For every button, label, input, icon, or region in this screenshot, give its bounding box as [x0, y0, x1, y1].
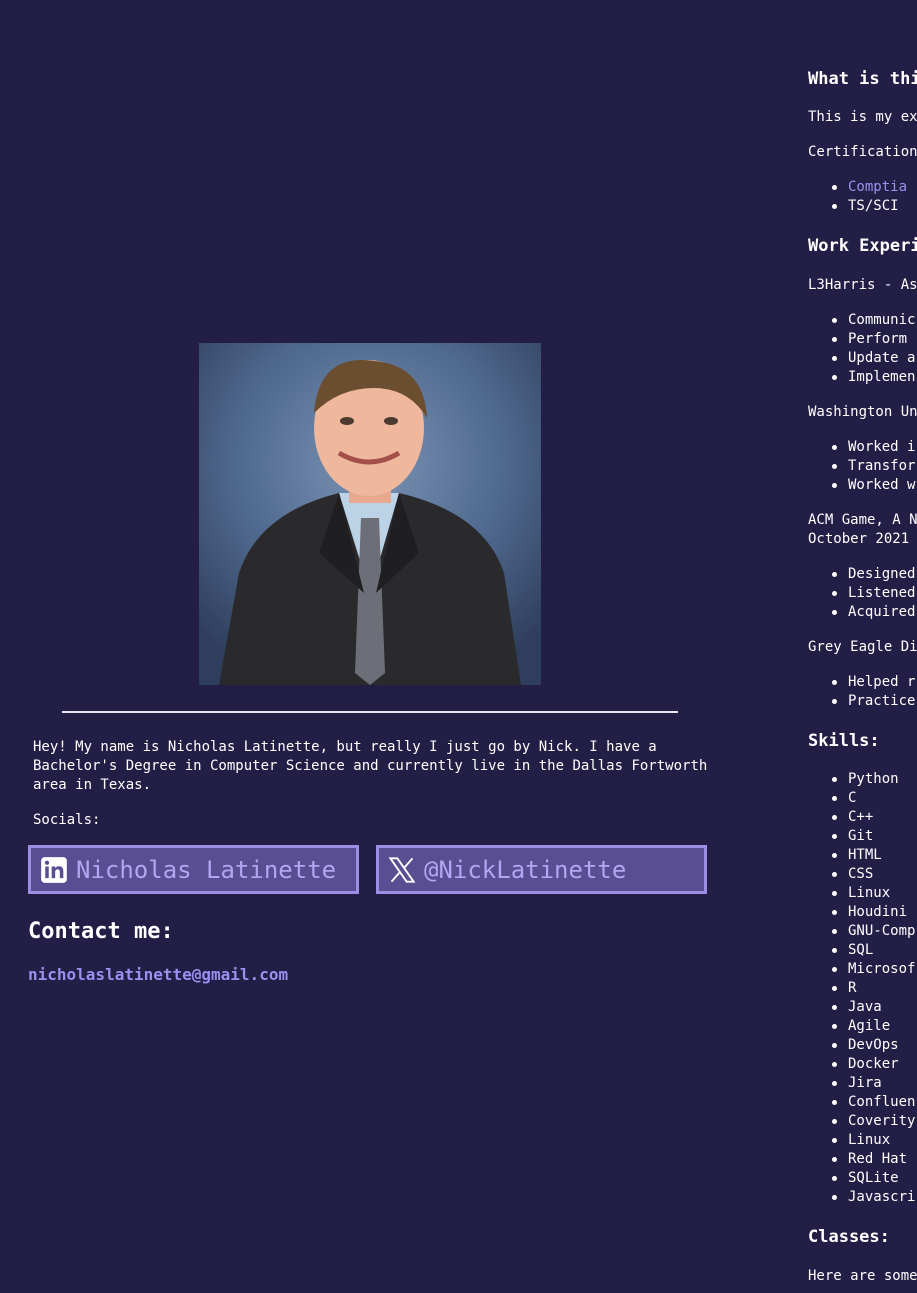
divider — [62, 711, 678, 713]
contact-email-link[interactable]: nicholaslatinette@gmail.com — [28, 965, 288, 984]
list-item: HTML — [808, 846, 915, 865]
twitter-label: @NickLatinette — [424, 855, 627, 884]
list-item: Transfor — [808, 457, 915, 476]
certifications-list: Comptia TS/SCI — [808, 178, 907, 216]
x-icon — [388, 856, 416, 884]
what-heading: What is thi — [808, 69, 917, 89]
skills-heading: Skills: — [808, 731, 880, 751]
list-item: Perform — [808, 330, 915, 349]
list-item: Communic — [808, 311, 915, 330]
portrait-image — [199, 343, 541, 685]
list-item: Git — [808, 827, 915, 846]
list-item: CSS — [808, 865, 915, 884]
profile-photo — [199, 343, 541, 685]
list-item: Worked w — [808, 476, 915, 495]
list-item: R — [808, 979, 915, 998]
list-item: Coverity — [808, 1112, 915, 1131]
bio-text: Hey! My name is Nicholas Latinette, but … — [33, 739, 708, 793]
job-items: Communic Perform Update a Implemen — [808, 311, 915, 387]
list-item: Jira — [808, 1074, 915, 1093]
contact-heading: Contact me: — [28, 919, 174, 944]
list-item: Agile — [808, 1017, 915, 1036]
list-item: Worked i — [808, 438, 915, 457]
classes-intro: Here are some — [808, 1268, 917, 1284]
job-title: Grey Eagle Di — [808, 639, 917, 655]
job-title: ACM Game, A N — [808, 512, 917, 528]
job-items: Helped r Practice — [808, 673, 915, 711]
list-item: Python — [808, 770, 915, 789]
list-item: SQL — [808, 941, 915, 960]
linkedin-label: Nicholas Latinette — [76, 855, 337, 884]
list-item: SQLite — [808, 1169, 915, 1188]
list-item: C++ — [808, 808, 915, 827]
job-title: L3Harris - As — [808, 277, 917, 293]
list-item: Red Hat — [808, 1150, 915, 1169]
intro-text: This is my ex — [808, 109, 917, 125]
work-heading: Work Experi — [808, 236, 917, 256]
list-item: Linux — [808, 884, 915, 903]
list-item: Designed — [808, 565, 915, 584]
job-title-date: October 2021 — [808, 531, 910, 547]
socials-label: Socials: — [33, 812, 101, 828]
right-column: What is thi This is my ex Certification … — [808, 0, 917, 1293]
linkedin-icon — [40, 856, 68, 884]
job-items: Worked i Transfor Worked w — [808, 438, 915, 495]
list-item: Linux — [808, 1131, 915, 1150]
skills-list: Python C C++ Git HTML CSS Linux Houdini … — [808, 770, 915, 1207]
certifications-label: Certification — [808, 144, 917, 160]
linkedin-button[interactable]: Nicholas Latinette — [28, 845, 359, 894]
list-item: C — [808, 789, 915, 808]
list-item: DevOps — [808, 1036, 915, 1055]
list-item: GNU-Comp — [808, 922, 915, 941]
list-item: Docker — [808, 1055, 915, 1074]
list-item: Listened — [808, 584, 915, 603]
list-item: Microsof — [808, 960, 915, 979]
comptia-link[interactable]: Comptia — [848, 179, 907, 195]
list-item: Confluen — [808, 1093, 915, 1112]
page: Hey! My name is Nicholas Latinette, but … — [0, 0, 917, 1293]
list-item: Update a — [808, 349, 915, 368]
list-item: Houdini — [808, 903, 915, 922]
twitter-button[interactable]: @NickLatinette — [376, 845, 707, 894]
list-item: TS/SCI — [808, 197, 907, 216]
list-item: Practice — [808, 692, 915, 711]
list-item: Helped r — [808, 673, 915, 692]
list-item: Javascri — [808, 1188, 915, 1207]
job-title: Washington Un — [808, 404, 917, 420]
classes-heading: Classes: — [808, 1227, 890, 1247]
job-items: Designed Listened Acquired — [808, 565, 915, 622]
list-item: Implemen — [808, 368, 915, 387]
list-item[interactable]: Comptia — [808, 178, 907, 197]
list-item: Java — [808, 998, 915, 1017]
list-item: Acquired — [808, 603, 915, 622]
